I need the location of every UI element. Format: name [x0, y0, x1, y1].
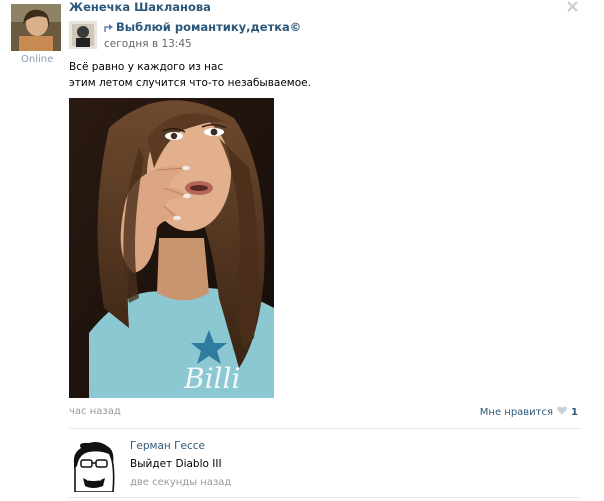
repost-time[interactable]: сегодня в 13:45 — [104, 38, 192, 50]
divider — [69, 497, 581, 498]
close-icon[interactable] — [566, 0, 579, 13]
like-count: 1 — [571, 406, 578, 418]
post-photo[interactable]: Billi — [69, 98, 274, 398]
comment-time[interactable]: две секунды назад — [130, 477, 231, 488]
post-author-name[interactable]: Женечка Шакланова — [69, 0, 211, 14]
repost-source-name[interactable]: Выблюй романтику,детка© — [116, 20, 301, 34]
svg-text:Billi: Billi — [183, 362, 240, 395]
comment-author-avatar[interactable] — [69, 440, 117, 492]
repost-arrow-icon — [104, 23, 114, 36]
like-label: Мне нравится — [479, 406, 554, 418]
like-button[interactable]: Мне нравится 1 — [480, 406, 578, 418]
comment-author-name[interactable]: Герман Гессе — [130, 440, 205, 452]
post-text: Всё равно у каждого из нас этим летом сл… — [69, 59, 469, 91]
divider — [69, 428, 581, 429]
repost-source-avatar[interactable] — [69, 21, 97, 49]
online-status: Online — [21, 54, 54, 65]
author-avatar[interactable] — [11, 4, 61, 51]
post-time-ago[interactable]: час назад — [69, 406, 121, 417]
heart-icon — [557, 406, 567, 418]
post-text-line-2: этим летом случится что-то незабываемое. — [69, 77, 311, 89]
post-text-line-1: Всё равно у каждого из нас — [69, 61, 224, 73]
comment-text: Выйдет Diablo III — [130, 458, 222, 470]
